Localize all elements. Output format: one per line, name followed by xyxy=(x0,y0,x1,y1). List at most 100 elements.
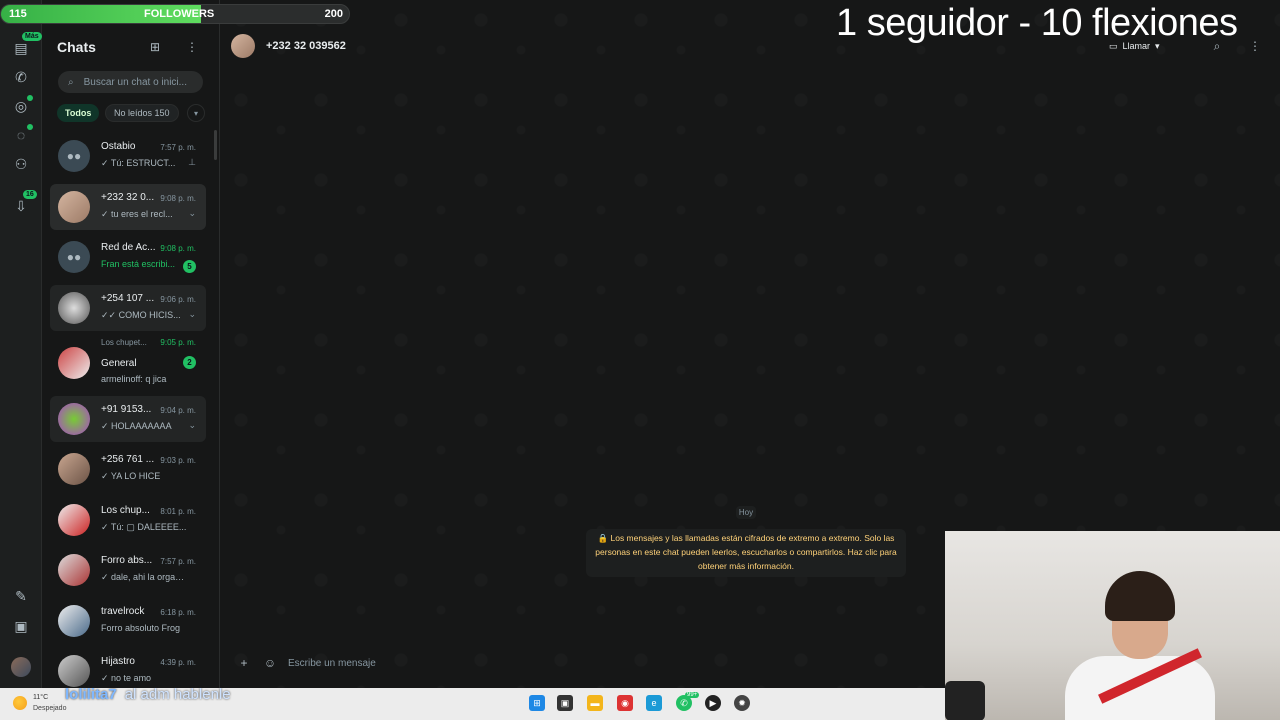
chat-name: +232 32 0... xyxy=(101,191,155,203)
chat-list-panel: Chats ⊞ ⋮ ⌕ Todos No leídos 150 ▾ ●● Ost… xyxy=(42,0,220,688)
chat-time: 4:39 p. m. xyxy=(160,658,196,667)
person-shirt xyxy=(1065,656,1215,720)
group-avatar-icon: ●● xyxy=(58,140,90,172)
media-player-icon[interactable]: ▶ xyxy=(705,695,721,711)
chat-preview: ✓✓ COMO HICIS... xyxy=(101,309,181,320)
chat-time: 9:08 p. m. xyxy=(160,244,196,253)
chat-time: 9:05 p. m. xyxy=(160,338,196,347)
avatar xyxy=(58,402,90,435)
rail-badge-more: Más xyxy=(22,32,42,41)
chair xyxy=(945,681,985,720)
stream-chat-user: lolilita7 xyxy=(65,686,117,703)
app-icon[interactable]: ✹ xyxy=(734,695,750,711)
weather-icon[interactable] xyxy=(13,696,27,710)
chat-item-254[interactable]: +254 107 ... 9:06 p. m. ✓✓ COMO HICIS...… xyxy=(50,284,206,331)
unread-badge: 5 xyxy=(183,260,196,273)
chat-list: ●● Ostabio 7:57 p. m. ✓ Tú: ESTRUCT... ⊥… xyxy=(50,133,206,688)
avatar xyxy=(58,554,90,586)
chat-item-selected[interactable]: +232 32 0... 9:08 p. m. ✓ tu eres el rec… xyxy=(50,183,206,230)
chevron-down-icon[interactable]: ⌄ xyxy=(188,420,196,431)
chevron-down-icon[interactable]: ⌄ xyxy=(188,309,196,320)
panel-title: Chats xyxy=(57,39,96,55)
windows-icon[interactable]: ⊞ xyxy=(529,695,545,711)
chat-name: travelrock xyxy=(101,605,145,617)
whatsapp-badge: 99+ xyxy=(685,692,700,698)
search-icon: ⌕ xyxy=(68,76,74,88)
chat-time: 9:04 p. m. xyxy=(160,405,196,415)
followers-label: FOLLOWERS xyxy=(144,8,215,20)
nav-rail: ▤ Más ✆ ◎ ◌ ⚇ ⇩ 16 ✎ ▣ xyxy=(0,0,42,688)
chat-item-forro[interactable]: Forro abs... 7:57 p. m. ✓ dale, ahi la o… xyxy=(50,547,206,593)
chat-item-travelrock[interactable]: travelrock 6:18 p. m. Forro absoluto Fro… xyxy=(50,598,206,644)
screen: ▤ Más ✆ ◎ ◌ ⚇ ⇩ 16 ✎ ▣ Chats ⊞ ⋮ ⌕ Todos… xyxy=(0,0,1280,720)
chat-name: Los chup... xyxy=(101,504,150,516)
filter-all[interactable]: Todos xyxy=(57,104,100,122)
chat-item-256[interactable]: +256 761 ... 9:03 p. m. ✓ YA LO HICE xyxy=(50,446,206,492)
chat-preview: Forro absoluto Frog xyxy=(101,622,181,633)
chat-item-general[interactable]: Los chupet... General 9:05 p. m. armelin… xyxy=(50,335,206,391)
message-input[interactable] xyxy=(288,655,938,671)
file-explorer-icon[interactable]: ▬ xyxy=(587,695,603,711)
chat-preview: ✓ Tú: ▢ DALEEEE... xyxy=(101,521,187,532)
media-icon[interactable]: ▣ xyxy=(11,616,31,636)
chat-list-scrollbar[interactable] xyxy=(214,130,217,160)
chat-preview: ✓ YA LO HICE xyxy=(101,471,161,481)
encryption-notice[interactable]: 🔒 Los mensajes y las llamadas están cifr… xyxy=(586,529,906,577)
filter-unread[interactable]: No leídos 150 xyxy=(105,104,179,122)
chat-item-91[interactable]: +91 9153... 9:04 p. m. ✓ HOLAAAAAAA ⌄ xyxy=(50,395,206,442)
stream-chat-overlay: lolilita7 al adm hablenle xyxy=(65,686,231,703)
chat-time: 9:06 p. m. xyxy=(160,294,196,304)
phone-icon[interactable]: ✆ xyxy=(11,67,31,87)
attach-icon[interactable]: + xyxy=(235,654,253,672)
avatar xyxy=(58,503,90,536)
chat-preview: ✓ Tú: ESTRUCT... xyxy=(101,158,176,168)
chat-name: General xyxy=(101,358,137,369)
starred-icon[interactable]: ✎ xyxy=(11,586,31,606)
chat-name: Hijastro xyxy=(101,656,135,667)
followers-goal: 200 xyxy=(324,8,343,20)
chat-preview: ✓ dale, ahi la organ... xyxy=(101,572,187,582)
archive-icon[interactable]: ⇩ xyxy=(11,196,31,216)
chat-item-hijastro[interactable]: Hijastro 4:39 p. m. ✓ no te amo xyxy=(50,648,206,688)
menu-icon[interactable]: ⋮ xyxy=(1247,38,1263,54)
avatar xyxy=(58,453,90,485)
emoji-icon[interactable]: ☺ xyxy=(261,654,279,672)
edge-icon[interactable]: e xyxy=(646,695,662,711)
stream-chat-message: al adm hablenle xyxy=(124,686,231,703)
avatar xyxy=(58,604,90,637)
communities-icon[interactable]: ⚇ xyxy=(11,154,31,174)
community-avatar xyxy=(58,347,90,379)
chats-icon[interactable]: ▤ xyxy=(11,38,31,58)
group-avatar-icon: ●● xyxy=(58,241,90,273)
pin-icon: ⊥ xyxy=(188,157,196,167)
avatar xyxy=(58,190,90,223)
search-box[interactable]: ⌕ xyxy=(58,71,203,93)
person-hair xyxy=(1105,571,1175,621)
contact-avatar[interactable] xyxy=(231,34,255,58)
chrome-icon[interactable]: ◉ xyxy=(617,695,633,711)
community-name: Los chupet... xyxy=(101,338,147,347)
status-dot xyxy=(27,95,33,101)
chat-item-red[interactable]: ●● Red de Ac... 9:08 p. m. Fran está esc… xyxy=(50,234,206,280)
weather-temp: 11°C xyxy=(33,694,49,701)
search-input[interactable] xyxy=(83,76,194,88)
chat-item-los-chup[interactable]: Los chup... 8:01 p. m. ✓ Tú: ▢ DALEEEE..… xyxy=(50,497,206,543)
chat-preview: Fran está escribi... xyxy=(101,259,176,269)
unread-badge: 2 xyxy=(183,356,196,369)
contact-name[interactable]: +232 32 039562 xyxy=(266,40,346,52)
avatar xyxy=(58,655,90,687)
filter-more-icon[interactable]: ▾ xyxy=(187,104,205,122)
menu-icon[interactable]: ⋮ xyxy=(183,38,201,56)
chat-name: +256 761 ... xyxy=(101,454,155,465)
profile-avatar[interactable] xyxy=(11,657,31,677)
chat-item-ostabio[interactable]: ●● Ostabio 7:57 p. m. ✓ Tú: ESTRUCT... ⊥ xyxy=(50,133,206,179)
new-chat-icon[interactable]: ⊞ xyxy=(146,38,164,56)
task-view-icon[interactable]: ▣ xyxy=(557,695,573,711)
chat-time: 9:08 p. m. xyxy=(160,193,196,203)
chat-name: Ostabio xyxy=(101,141,136,152)
chat-name: +254 107 ... xyxy=(101,292,155,304)
avatar xyxy=(58,291,90,324)
chat-time: 7:57 p. m. xyxy=(160,557,196,566)
channels-dot xyxy=(27,124,33,130)
chevron-down-icon[interactable]: ⌄ xyxy=(188,208,196,219)
